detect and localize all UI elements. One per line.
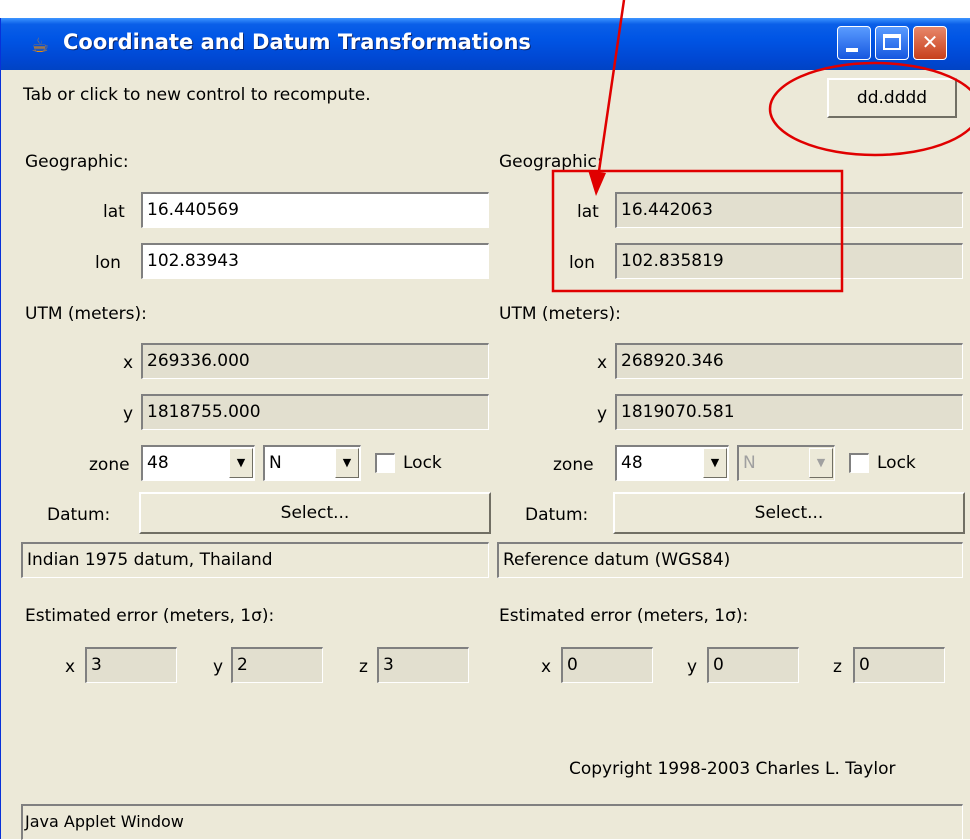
left-lock-label: Lock	[403, 453, 442, 473]
left-datum-label: Datum:	[47, 505, 111, 525]
chevron-down-icon[interactable]: ▼	[229, 448, 253, 478]
maximize-icon	[883, 34, 901, 50]
left-datum-select-button[interactable]: Select...	[139, 492, 491, 534]
right-geographic-header: Geographic:	[499, 152, 603, 172]
chevron-down-icon[interactable]: ▼	[703, 448, 727, 478]
maximize-button[interactable]	[875, 26, 909, 60]
left-utm-header: UTM (meters):	[25, 304, 147, 324]
left-lat-input[interactable]: 16.440569	[141, 192, 489, 228]
close-button[interactable]: ✕	[913, 26, 947, 60]
left-utm-y-field[interactable]: 1818755.000	[141, 394, 489, 430]
right-datum-label: Datum:	[525, 505, 589, 525]
right-err-x-label: x	[541, 657, 552, 677]
right-utm-header: UTM (meters):	[499, 304, 621, 324]
applet-status-bar: Java Applet Window	[21, 804, 963, 840]
java-cup-icon: ☕	[31, 33, 49, 57]
close-icon: ✕	[921, 30, 939, 54]
right-zone-value: 48	[621, 453, 643, 473]
minimize-icon	[846, 48, 858, 52]
window-title: Coordinate and Datum Transformations	[63, 30, 531, 54]
right-y-label: y	[597, 404, 608, 424]
right-err-z-field[interactable]: 0	[853, 647, 945, 683]
left-lock-checkbox[interactable]	[375, 453, 395, 473]
left-error-header: Estimated error (meters, 1σ):	[25, 606, 275, 626]
left-err-y-label: y	[213, 657, 224, 677]
left-utm-x-field[interactable]: 269336.000	[141, 343, 489, 379]
right-err-z-label: z	[833, 657, 842, 677]
left-lat-label: lat	[103, 202, 125, 222]
left-zone-select[interactable]: 48 ▼	[141, 445, 255, 481]
chevron-down-icon: ▼	[809, 448, 833, 478]
left-y-label: y	[123, 404, 134, 424]
right-lat-field[interactable]: 16.442063	[615, 192, 963, 228]
copyright-text: Copyright 1998-2003 Charles L. Taylor	[569, 759, 896, 779]
right-hemisphere-value: N	[743, 453, 756, 473]
right-err-x-field[interactable]: 0	[561, 647, 653, 683]
left-zone-label: zone	[89, 455, 130, 475]
right-hemisphere-select: N ▼	[737, 445, 835, 481]
right-error-header: Estimated error (meters, 1σ):	[499, 606, 749, 626]
right-lon-label: lon	[569, 253, 595, 273]
applet-window: ☕ Coordinate and Datum Transformations ✕…	[0, 18, 970, 840]
title-bar[interactable]: ☕ Coordinate and Datum Transformations ✕	[1, 18, 970, 70]
left-geographic-header: Geographic:	[25, 152, 129, 172]
right-zone-label: zone	[553, 455, 594, 475]
right-datum-name: Reference datum (WGS84)	[497, 542, 963, 578]
left-datum-name: Indian 1975 datum, Thailand	[21, 542, 489, 578]
left-err-x-field[interactable]: 3	[85, 647, 177, 683]
right-err-y-label: y	[687, 657, 698, 677]
left-zone-value: 48	[147, 453, 169, 473]
left-err-y-field[interactable]: 2	[231, 647, 323, 683]
right-datum-select-button[interactable]: Select...	[613, 492, 965, 534]
right-lock-checkbox[interactable]	[849, 453, 869, 473]
left-hemisphere-value: N	[269, 453, 282, 473]
left-x-label: x	[123, 353, 134, 373]
right-utm-x-field[interactable]: 268920.346	[615, 343, 963, 379]
left-err-x-label: x	[65, 657, 76, 677]
right-zone-select[interactable]: 48 ▼	[615, 445, 729, 481]
minimize-button[interactable]	[837, 26, 871, 60]
left-err-z-field[interactable]: 3	[377, 647, 469, 683]
format-toggle-button[interactable]: dd.dddd	[827, 78, 957, 118]
chevron-down-icon[interactable]: ▼	[335, 448, 359, 478]
right-lat-label: lat	[577, 202, 599, 222]
left-lon-label: lon	[95, 253, 121, 273]
recompute-hint: Tab or click to new control to recompute…	[23, 85, 371, 105]
left-err-z-label: z	[359, 657, 368, 677]
right-utm-y-field[interactable]: 1819070.581	[615, 394, 963, 430]
right-lock-label: Lock	[877, 453, 916, 473]
left-hemisphere-select[interactable]: N ▼	[263, 445, 361, 481]
right-x-label: x	[597, 353, 608, 373]
left-lon-input[interactable]: 102.83943	[141, 243, 489, 279]
right-err-y-field[interactable]: 0	[707, 647, 799, 683]
right-lon-field[interactable]: 102.835819	[615, 243, 963, 279]
